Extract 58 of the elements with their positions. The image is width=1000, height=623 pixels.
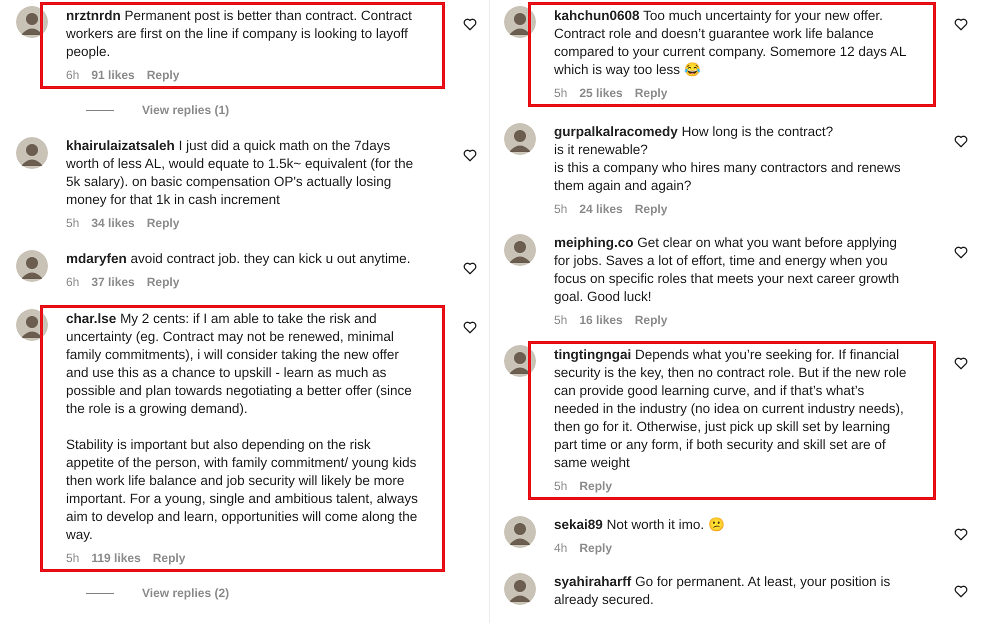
reply-link[interactable]: Reply — [634, 200, 668, 218]
reply-link[interactable]: Reply — [634, 84, 668, 102]
avatar[interactable] — [16, 137, 48, 169]
heart-icon[interactable] — [954, 18, 968, 31]
comment-text: sekai89 Not worth it imo. 😕 — [554, 516, 726, 534]
comment-text: nrztnrdn Permanent post is better than contract. Contract workers are first on the line if company is looking to layoff people. — [66, 7, 413, 61]
likes-link[interactable]: 24 likes — [579, 200, 623, 218]
heart-icon[interactable] — [463, 18, 477, 31]
reply-link[interactable]: Reply — [146, 273, 180, 291]
comment-time: 5h — [66, 550, 80, 567]
comment-time: 4h — [554, 540, 568, 557]
likes-link[interactable]: 25 likes — [579, 84, 623, 102]
avatar[interactable] — [504, 234, 536, 266]
comment-time: 6h — [66, 274, 80, 291]
comment-time: 5h — [554, 85, 568, 102]
likes-link[interactable]: 91 likes — [91, 66, 135, 84]
comment-text: khairulaizatsaleh I just did a quick math on the 7days worth of less AL, would equate to 1.5k~ equivalent (for the 5k salary). on basic compensation OP's actually losing money for that 1k in cash increment — [66, 137, 414, 209]
likes-link[interactable]: 37 likes — [91, 273, 135, 291]
comment-time: 5h — [554, 478, 568, 495]
likes-link[interactable]: 16 likes — [579, 311, 623, 329]
reply-link[interactable]: Reply — [146, 66, 180, 84]
heart-icon[interactable] — [954, 528, 968, 541]
avatar[interactable] — [504, 6, 536, 38]
avatar[interactable] — [16, 250, 48, 282]
avatar[interactable] — [16, 6, 48, 38]
reply-link[interactable]: Reply — [634, 311, 668, 329]
comment-text: kahchun0608 Too much uncertainty for your new offer. Contract role and doesn’t guarantee work life balance compared to your current company. Somemore 12 days AL which is way too less 😂 — [554, 7, 907, 79]
comment-time: 5h — [554, 201, 568, 218]
avatar[interactable] — [16, 309, 48, 341]
comment-text: Stability is important but also depending on the risk appetite of the person, with family commitment/ young kids then work life balance and job security will likely be more important. For a young, single and ambitious talent, always aim to develop and learn, opportunities will come along the way. — [66, 436, 418, 544]
likes-link[interactable]: 119 likes — [91, 549, 141, 567]
reply-link[interactable]: Reply — [579, 539, 612, 557]
avatar[interactable] — [504, 345, 536, 377]
heart-icon[interactable] — [463, 149, 477, 162]
heart-icon[interactable] — [463, 321, 477, 334]
reply-link[interactable]: Reply — [152, 549, 186, 567]
comment-text: char.lse My 2 cents: if I am able to take the risk and uncertainty (eg. Contract may not be renewed, minimal family commitments), i will consider taking the new offer and use this as a chance to upskill - learn as much as possible and plan towards negotiating a better offer (since the role is a growing demand). — [66, 310, 413, 418]
heart-icon[interactable] — [954, 135, 968, 148]
heart-icon[interactable] — [954, 357, 968, 370]
comment-time: 5h — [554, 312, 568, 329]
comment-text: mdaryfen avoid contract job. they can kick u out anytime. — [66, 250, 412, 268]
avatar[interactable] — [504, 516, 536, 548]
avatar[interactable] — [504, 573, 536, 605]
view-replies-link[interactable]: View replies (1) — [142, 101, 230, 119]
comment-time: 5h — [66, 215, 80, 232]
heart-icon[interactable] — [954, 585, 968, 598]
reply-link[interactable]: Reply — [146, 214, 180, 232]
comment-text: syahiraharff Go for permanent. At least, your position is already secured. — [554, 573, 892, 609]
likes-link[interactable]: 34 likes — [91, 214, 135, 232]
avatar[interactable] — [504, 123, 536, 155]
reply-link[interactable]: Reply — [579, 477, 612, 495]
heart-icon[interactable] — [954, 246, 968, 259]
comment-text: gurpalkalracomedy How long is the contract? is it renewable? is this a company who hires many contractors and renews them again and again? — [554, 123, 902, 195]
view-replies-link[interactable]: View replies (2) — [142, 584, 230, 602]
comment-text: tingtingngai Depends what you’re seeking for. If financial security is the key, then no contract role. But if the new role can provide good learning curve, and if that’s what’s needed in the industry (no idea on current industry needs), then go for it. Otherwise, just pick up skill set by learning part time or any form, if both security and skill set are of same weight — [554, 346, 908, 472]
heart-icon[interactable] — [463, 262, 477, 275]
comment-time: 6h — [66, 67, 80, 84]
comment-text: meiphing.co Get clear on what you want before applying for jobs. Saves a lot of effort, time and energy when you focus on specific roles that meets your next career growth goal. Good luck! — [554, 234, 900, 306]
